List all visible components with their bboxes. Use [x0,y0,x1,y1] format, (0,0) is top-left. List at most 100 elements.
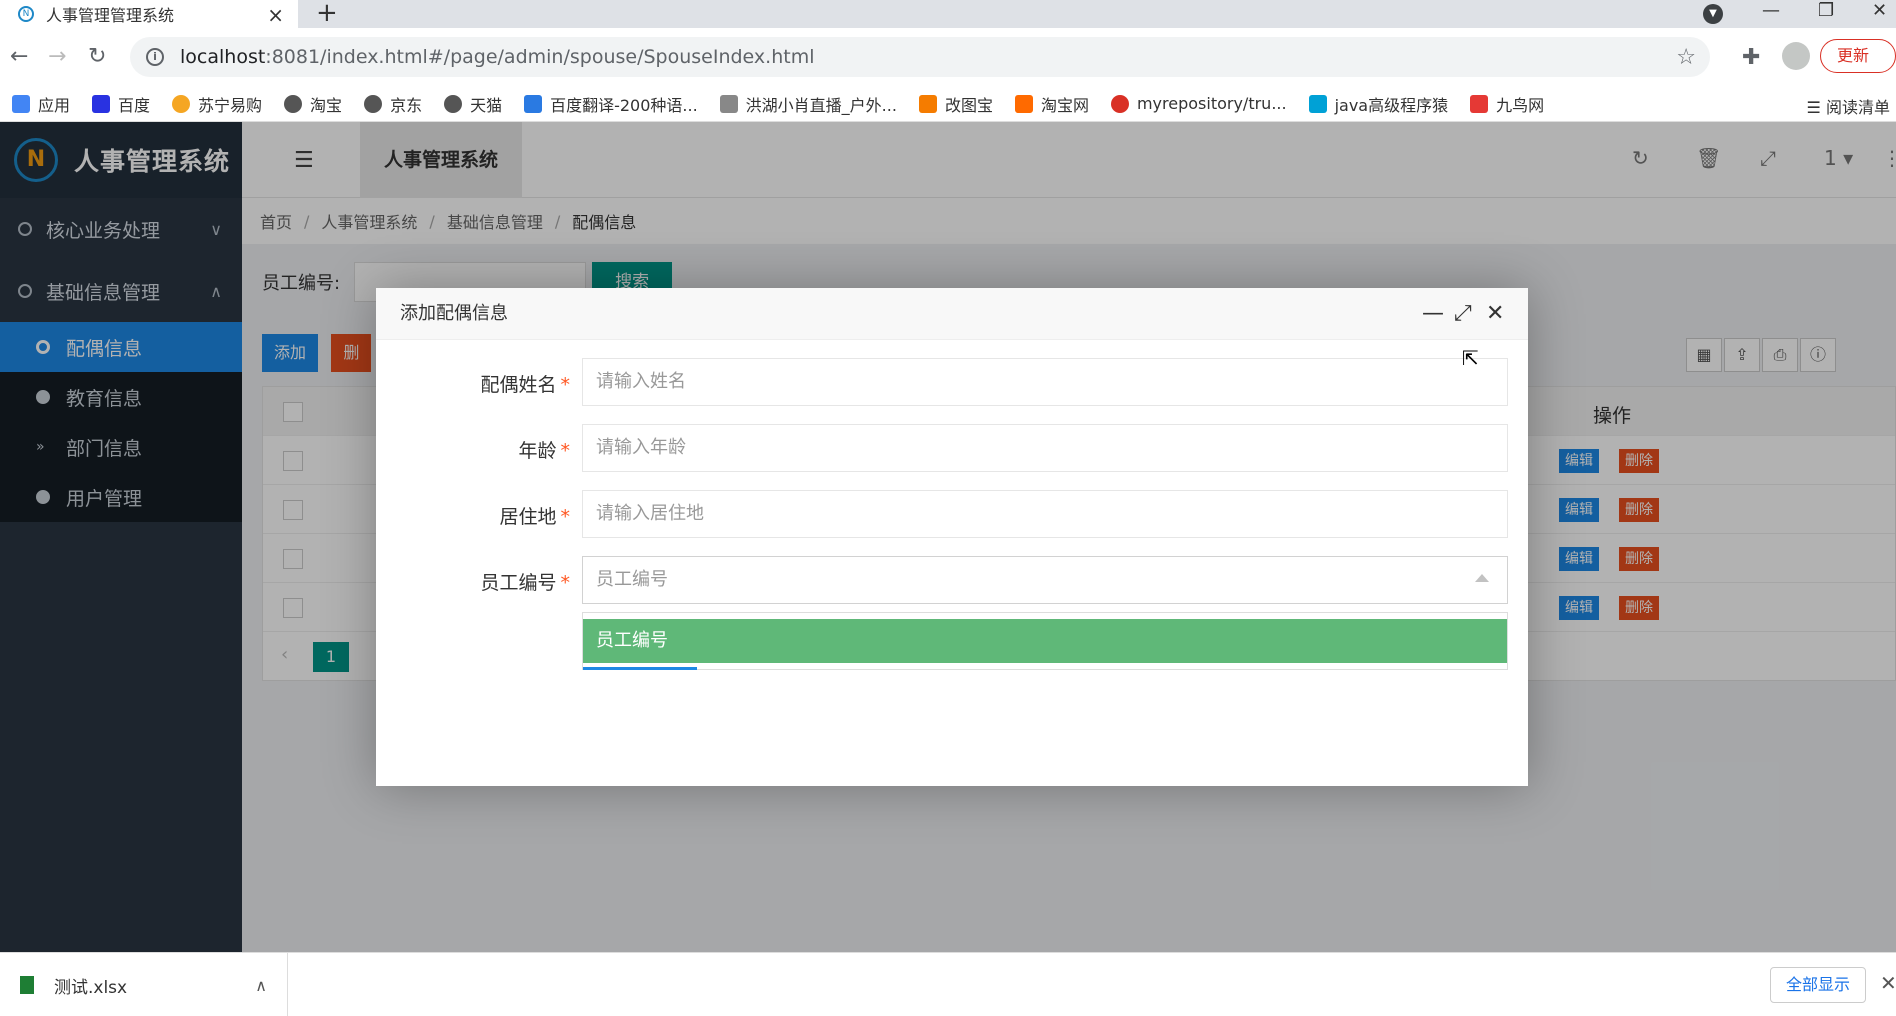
bookmarks-bar: 应用 百度 苏宁易购 淘宝 京东 天猫 百度翻译-200种语... 洪湖小肖直播… [0,86,1896,122]
chevron-down-icon[interactable]: ▼ [1703,4,1723,24]
browser-tab[interactable]: N 人事管理管理系统 × [0,0,298,28]
bookmark-label: 天猫 [470,95,503,115]
field-label-text: 居住地 [499,506,557,528]
field-label-text: 配偶姓名 [480,374,557,396]
download-item[interactable]: 测试.xlsx ∧ [0,953,288,1016]
url-bar[interactable]: i localhost:8081/index.html#/page/admin/… [130,37,1710,77]
dropdown-option[interactable]: 员工编号 [583,619,1507,663]
chrome-icon [1110,94,1129,113]
employee-id-dropdown: 员工编号 [582,612,1508,670]
spouse-name-input[interactable]: 请输入姓名 [582,358,1508,406]
residence-input[interactable]: 请输入居住地 [582,490,1508,538]
bookmark-label: 改图宝 [944,95,993,115]
bookmark-item[interactable]: 应用 [12,92,70,116]
reading-list-button[interactable]: ☰ 阅读清单 [1807,94,1890,118]
form-row-employee-id: 员工编号 * 员工编号 [376,556,1528,604]
required-asterisk: * [560,374,571,396]
apps-grid-icon [12,94,30,113]
live-stream-icon [719,94,738,113]
form-row-residence: 居住地 * 请输入居住地 [376,490,1528,538]
bookmark-item[interactable]: 淘宝 [284,92,342,116]
excel-file-icon [20,976,34,994]
bookmark-label: java高级程序猿 [1334,95,1449,115]
bookmark-label: 百度翻译-200种语... [550,95,698,115]
minimize-icon[interactable]: — [1762,0,1780,21]
url-host: localhost [180,46,266,68]
bookmark-item[interactable]: 京东 [364,92,422,116]
globe-icon [444,94,463,113]
field-label: 配偶姓名 * [480,370,570,397]
info-icon[interactable]: i [146,48,164,66]
field-label: 员工编号 * [480,568,570,595]
caret-up-icon [1475,574,1489,582]
employee-id-select[interactable]: 员工编号 [582,556,1508,604]
download-bar: 测试.xlsx ∧ 全部显示 ✕ [0,952,1896,1016]
required-asterisk: * [560,440,571,462]
bookmark-item[interactable]: java高级程序猿 [1308,92,1449,116]
dropdown-scroll-indicator [583,667,697,670]
window-close-icon[interactable]: ✕ [1872,0,1887,21]
reading-list-label: 阅读清单 [1825,98,1890,117]
chevron-up-icon[interactable]: ∧ [255,976,267,995]
translate-icon [524,94,543,113]
url-path: :8081/index.html#/page/admin/spouse/Spou… [265,46,815,68]
field-label-text: 员工编号 [480,572,557,594]
bookmark-item[interactable]: 淘宝网 [1014,92,1089,116]
browser-tab-strip: N 人事管理管理系统 × + ▼ — ❐ ✕ [0,0,1896,28]
bookmark-label: 洪湖小肖直播_户外... [745,95,897,115]
baidu-paw-icon [92,94,111,113]
restore-icon[interactable]: ❐ [1818,0,1834,21]
required-asterisk: * [560,572,571,594]
bird-icon [1470,94,1489,113]
extensions-puzzle-icon[interactable]: ✚ [1742,45,1760,70]
field-label: 年龄 * [518,436,570,463]
bookmark-label: 百度 [118,95,151,115]
bookmark-label: 淘宝 [310,95,343,115]
bookmark-label: 京东 [390,95,423,115]
forward-arrow-icon[interactable]: → [48,44,66,69]
globe-icon [284,94,303,113]
bookmark-item[interactable]: 天猫 [444,92,502,116]
minimize-icon[interactable]: — [1422,288,1444,340]
dialog-title-bar: 添加配偶信息 — ⤢ ✕ [376,288,1528,340]
bookmark-item[interactable]: 百度 [92,92,150,116]
bookmark-item[interactable]: 九鸟网 [1470,92,1544,116]
close-icon[interactable]: ✕ [1486,288,1504,340]
bilibili-icon [1308,94,1327,113]
bookmark-label: 苏宁易购 [198,95,263,115]
image-tool-icon [918,94,937,113]
bookmark-item[interactable]: 苏宁易购 [172,92,262,116]
taobao-icon [1014,94,1033,113]
maximize-icon[interactable]: ⤢ [1454,288,1472,340]
bookmark-item[interactable]: 百度翻译-200种语... [524,92,698,116]
close-icon[interactable]: ✕ [1880,971,1896,995]
form-row-spouse-name: 配偶姓名 * 请输入姓名 [376,358,1528,406]
bookmark-item[interactable]: 洪湖小肖直播_户外... [719,92,897,116]
new-tab-plus-icon[interactable]: + [316,0,338,26]
bookmark-item[interactable]: myrepository/tru... [1110,94,1287,113]
form-row-age: 年龄 * 请输入年龄 [376,424,1528,472]
field-label-text: 年龄 [518,440,557,462]
list-icon: ☰ [1806,98,1826,117]
age-input[interactable]: 请输入年龄 [582,424,1508,472]
add-spouse-dialog: 添加配偶信息 — ⤢ ✕ 配偶姓名 * 请输入姓名 年龄 * 请输入年龄 居住地 * … [376,288,1528,786]
bookmark-star-icon[interactable]: ☆ [1676,45,1696,70]
dialog-title: 添加配偶信息 [400,303,508,324]
globe-icon [364,94,383,113]
bookmark-label: 应用 [38,95,71,115]
select-placeholder: 员工编号 [596,569,668,590]
show-all-button[interactable]: 全部显示 [1770,967,1866,1003]
address-toolbar: ← → ↻ i localhost:8081/index.html#/page/… [0,28,1896,86]
reload-icon[interactable]: ↻ [88,44,106,69]
profile-avatar[interactable] [1782,42,1810,70]
update-button[interactable]: 更新 [1820,39,1896,73]
download-file-name: 测试.xlsx [54,977,128,998]
close-icon[interactable]: × [267,3,284,27]
bookmark-label: 九鸟网 [1496,95,1545,115]
field-label: 居住地 * [499,502,570,529]
back-arrow-icon[interactable]: ← [10,44,28,69]
tab-title: 人事管理管理系统 [46,6,175,25]
mouse-cursor-icon: ⇱ [1462,346,1479,370]
bookmark-item[interactable]: 改图宝 [918,92,993,116]
bookmark-label: 淘宝网 [1040,95,1089,115]
